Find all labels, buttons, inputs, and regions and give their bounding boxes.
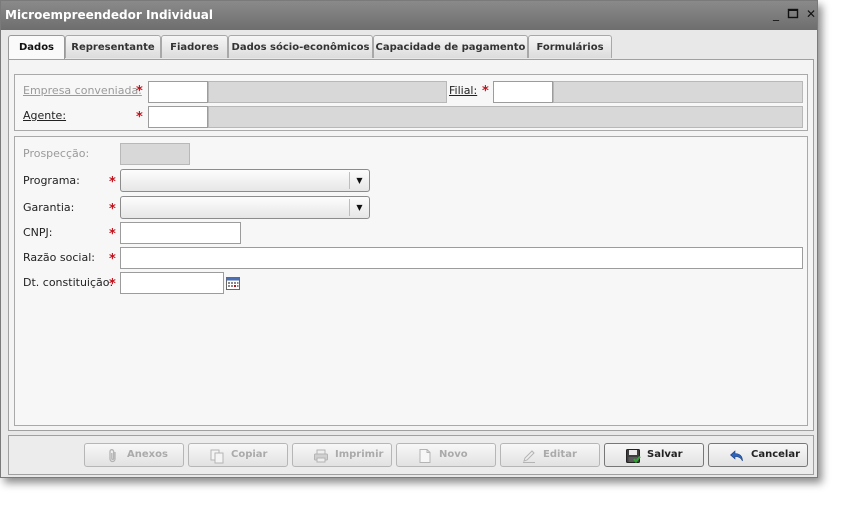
required-mark: *	[109, 202, 116, 217]
required-mark: *	[482, 84, 489, 99]
salvar-label: Salvar	[647, 449, 683, 460]
cancelar-button[interactable]: Cancelar	[708, 443, 808, 467]
required-mark: *	[136, 110, 143, 125]
copiar-button[interactable]: Copiar	[188, 443, 288, 467]
tab-capacidade-pagamento[interactable]: Capacidade de pagamento	[373, 35, 528, 58]
anexos-label: Anexos	[127, 449, 168, 460]
filial-name-field	[553, 81, 803, 103]
agente-code-input[interactable]	[148, 106, 208, 128]
required-mark: *	[109, 227, 116, 242]
agente-label[interactable]: Agente:	[23, 109, 66, 122]
chevron-down-icon[interactable]: ▼	[349, 172, 369, 189]
garantia-select[interactable]: ▼	[120, 196, 370, 219]
copy-icon	[210, 449, 224, 464]
tab-label: Fiadores	[170, 42, 219, 53]
imprimir-button[interactable]: Imprimir	[292, 443, 392, 467]
empresa-group: Empresa conveniada: * Filial: * Agente: …	[14, 74, 808, 131]
cnpj-label: CNPJ:	[23, 226, 53, 239]
required-mark: *	[109, 277, 116, 292]
razao-social-input[interactable]	[120, 247, 803, 269]
minimize-icon[interactable]: _	[769, 7, 783, 21]
printer-icon	[314, 449, 328, 463]
tab-representante[interactable]: Representante	[65, 35, 161, 58]
title-bar: Microempreendedor Individual _ ✕	[1, 1, 817, 30]
imprimir-label: Imprimir	[335, 449, 384, 460]
required-mark: *	[109, 175, 116, 190]
tab-label: Dados	[18, 42, 55, 53]
required-mark: *	[109, 252, 116, 267]
agente-name-field	[208, 106, 803, 128]
filial-code-input[interactable]	[493, 81, 553, 103]
window-title: Microempreendedor Individual	[5, 8, 213, 22]
copiar-label: Copiar	[231, 449, 268, 460]
tab-label: Representante	[71, 42, 155, 53]
tab-dados-socio-economicos[interactable]: Dados sócio-econômicos	[228, 35, 373, 58]
tab-formularios[interactable]: Formulários	[528, 35, 612, 58]
cancelar-label: Cancelar	[751, 449, 801, 460]
action-bar: Anexos Copiar Imprimir Novo Editar Salva…	[8, 435, 814, 475]
razao-social-label: Razão social:	[23, 251, 95, 264]
close-icon[interactable]: ✕	[804, 7, 818, 21]
novo-label: Novo	[439, 449, 468, 460]
anexos-button[interactable]: Anexos	[84, 443, 184, 467]
dados-form-group: Prospecção: Programa: * ▼ Garantia: * ▼ …	[14, 136, 808, 426]
pencil-icon	[523, 450, 535, 463]
undo-arrow-icon	[730, 450, 743, 462]
salvar-button[interactable]: Salvar	[604, 443, 704, 467]
dt-constituicao-label: Dt. constituição:	[23, 276, 114, 289]
tab-label: Formulários	[536, 42, 604, 53]
programa-label: Programa:	[23, 174, 80, 187]
new-document-icon	[419, 449, 431, 463]
programa-select[interactable]: ▼	[120, 169, 370, 192]
app-window: Microempreendedor Individual _ ✕ Dados R…	[0, 0, 818, 478]
tab-panel-dados: Empresa conveniada: * Filial: * Agente: …	[8, 59, 814, 431]
chevron-down-icon[interactable]: ▼	[349, 199, 369, 216]
editar-label: Editar	[543, 449, 577, 460]
calendar-icon[interactable]	[226, 276, 240, 290]
required-mark: *	[136, 84, 143, 99]
tab-label: Dados sócio-econômicos	[231, 42, 370, 53]
save-disk-icon	[626, 449, 641, 464]
maximize-icon[interactable]	[786, 7, 800, 21]
cnpj-input[interactable]	[120, 222, 241, 244]
prospeccao-field	[120, 143, 190, 165]
editar-button[interactable]: Editar	[500, 443, 600, 467]
tab-fiadores[interactable]: Fiadores	[161, 35, 228, 58]
tab-dados[interactable]: Dados	[8, 35, 65, 60]
tab-label: Capacidade de pagamento	[375, 42, 526, 53]
paperclip-icon	[109, 449, 116, 463]
dt-constituicao-input[interactable]	[120, 272, 224, 294]
garantia-label: Garantia:	[23, 201, 75, 214]
filial-label[interactable]: Filial:	[449, 84, 477, 97]
empresa-conveniada-label[interactable]: Empresa conveniada:	[23, 84, 142, 97]
novo-button[interactable]: Novo	[396, 443, 496, 467]
prospeccao-label: Prospecção:	[23, 147, 90, 160]
empresa-code-input[interactable]	[148, 81, 208, 103]
empresa-name-field	[208, 81, 447, 103]
